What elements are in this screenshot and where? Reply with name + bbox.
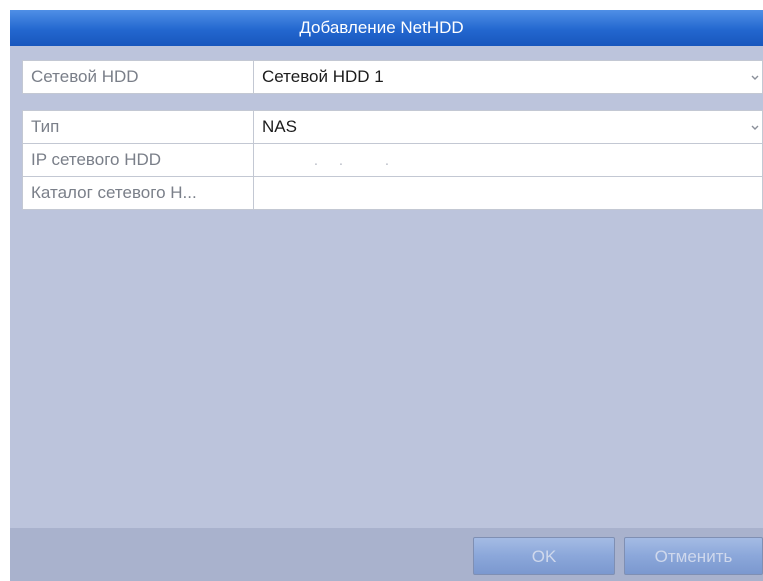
ip-label: IP сетевого HDD: [22, 143, 254, 177]
nethdd-select-table: Сетевой HDD Сетевой HDD 1: [22, 60, 763, 94]
type-row: Тип NAS: [22, 110, 763, 144]
ip-row: IP сетевого HDD ...: [22, 143, 763, 177]
cancel-button[interactable]: Отменить: [624, 537, 763, 575]
chevron-down-icon: [751, 125, 759, 130]
type-dropdown[interactable]: NAS: [253, 110, 763, 144]
directory-row: Каталог сетевого H...: [22, 176, 763, 210]
nethdd-row: Сетевой HDD Сетевой HDD 1: [22, 60, 763, 94]
type-value: NAS: [262, 117, 297, 136]
ip-address-value: ...: [313, 152, 390, 169]
directory-input[interactable]: [253, 176, 763, 210]
nethdd-settings-table: Тип NAS IP сетевого HDD ... Каталог сете…: [22, 110, 763, 210]
nethdd-dropdown[interactable]: Сетевой HDD 1: [253, 60, 763, 94]
chevron-down-icon: [751, 75, 759, 80]
type-label: Тип: [22, 110, 254, 144]
nethdd-value: Сетевой HDD 1: [262, 67, 384, 86]
ip-address-input[interactable]: ...: [253, 143, 763, 177]
dialog-titlebar: Добавление NetHDD: [10, 10, 763, 46]
nethdd-label: Сетевой HDD: [22, 60, 254, 94]
ok-button[interactable]: OK: [473, 537, 615, 575]
directory-label: Каталог сетевого H...: [22, 176, 254, 210]
add-nethdd-dialog: Добавление NetHDD Сетевой HDD Сетевой HD…: [10, 10, 763, 581]
dialog-title: Добавление NetHDD: [299, 18, 464, 37]
